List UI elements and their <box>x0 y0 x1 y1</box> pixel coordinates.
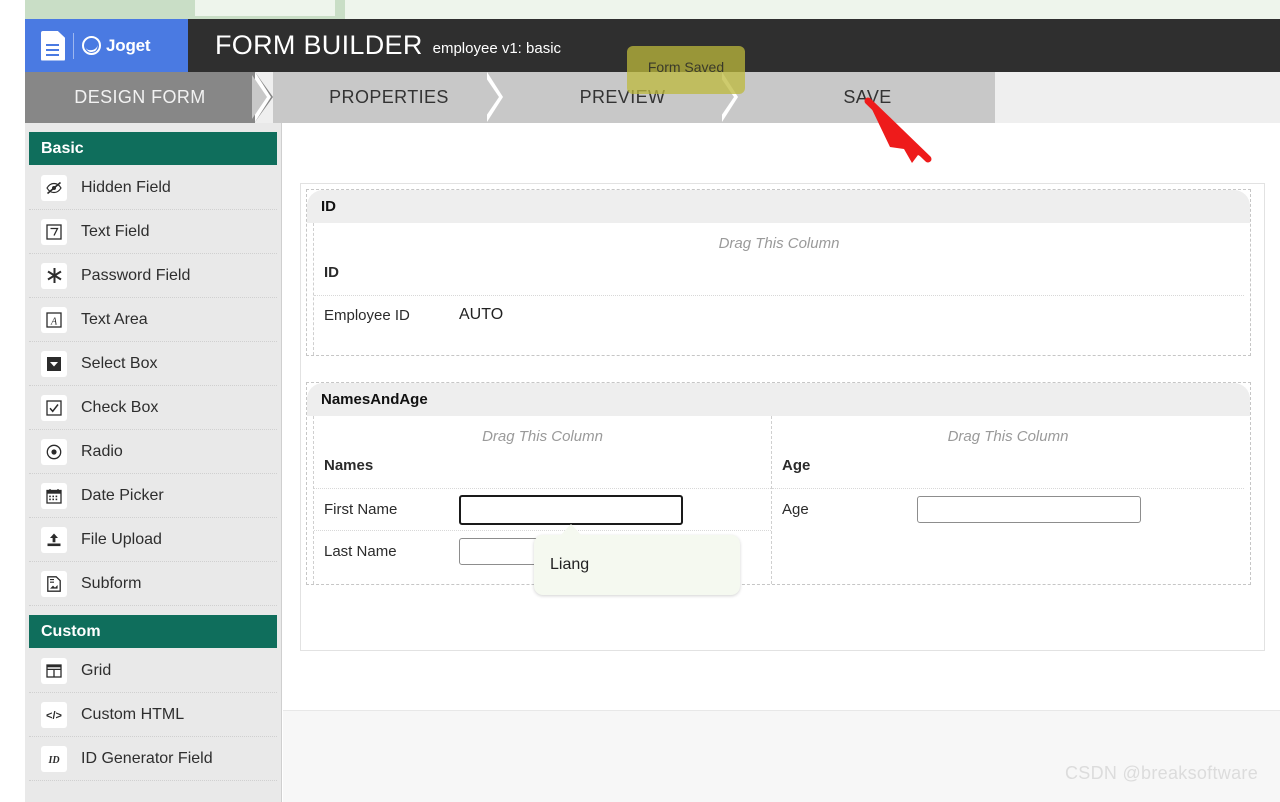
palette-item-date-picker[interactable]: Date Picker <box>29 474 277 518</box>
column-drag-hint: Drag This Column <box>947 428 1069 445</box>
palette-item-label: ID Generator Field <box>81 749 213 767</box>
suggestion-pointer <box>560 524 582 536</box>
tab-separator-2 <box>484 72 503 122</box>
id-icon: ID <box>41 745 67 772</box>
toast-message: Form Saved <box>647 59 725 75</box>
field-label: First Name <box>324 501 398 518</box>
form-canvas[interactable]: ID Drag This Column ID Employee ID AUTO … <box>283 123 1280 710</box>
palette-item-label: Custom HTML <box>81 705 185 723</box>
column-drag-hint: Drag This Column <box>718 235 840 252</box>
brand-block[interactable]: Joget <box>25 19 188 72</box>
tab-label: DESIGN FORM <box>74 87 206 107</box>
palette-item-id-generator-field[interactable]: ID ID Generator Field <box>29 737 277 781</box>
subform-icon <box>41 570 67 597</box>
form-section-id[interactable]: ID Drag This Column ID Employee ID AUTO <box>306 189 1251 356</box>
palette-item-label: Check Box <box>81 398 159 416</box>
palette-item-label: File Upload <box>81 530 162 548</box>
field-label: Age <box>782 501 809 518</box>
palette-item-text-field[interactable]: Text Field <box>29 210 277 254</box>
age-input[interactable] <box>917 496 1141 523</box>
palette-item-label: Subform <box>81 574 142 592</box>
check-square-icon <box>41 394 67 421</box>
caret-down-box-icon <box>41 350 67 377</box>
palette-item-hidden-field[interactable]: Hidden Field <box>29 166 277 210</box>
text-field-icon <box>41 218 67 245</box>
palette-item-grid[interactable]: Grid <box>29 649 277 693</box>
column-name: ID <box>324 264 339 281</box>
palette-group-basic-header: Basic <box>29 132 277 165</box>
palette-item-subform[interactable]: Subform <box>29 562 277 606</box>
field-label: Last Name <box>324 543 397 560</box>
left-gutter <box>0 0 25 802</box>
svg-text:ID: ID <box>47 755 59 766</box>
document-icon <box>41 30 65 61</box>
palette-item-password-field[interactable]: Password Field <box>29 254 277 298</box>
palette-sidebar[interactable]: Basic Hidden Field Text Field Password F… <box>25 123 282 802</box>
form-field-employee-id[interactable]: Employee ID AUTO <box>314 295 1244 334</box>
upload-icon <box>41 526 67 553</box>
palette-item-label: Radio <box>81 442 123 460</box>
joget-logo-icon <box>82 36 101 55</box>
column-name: Age <box>782 457 811 474</box>
svg-text:A: A <box>50 316 58 327</box>
palette-item-select-box[interactable]: Select Box <box>29 342 277 386</box>
palette-item-label: Select Box <box>81 354 158 372</box>
palette-group-custom-header: Custom <box>29 615 277 648</box>
palette-item-label: Password Field <box>81 266 191 284</box>
palette-item-check-box[interactable]: Check Box <box>29 386 277 430</box>
column-name: Names <box>324 457 374 474</box>
calendar-icon <box>41 482 67 509</box>
red-arrow-annotation <box>864 97 932 163</box>
palette-group-title: Custom <box>41 622 101 640</box>
form-field-first-name[interactable]: First Name <box>314 488 771 530</box>
palette-item-text-area[interactable]: A Text Area <box>29 298 277 342</box>
joget-logo: Joget <box>82 35 151 56</box>
watermark: CSDN @breaksoftware <box>1064 763 1258 783</box>
divider <box>73 32 74 59</box>
section-column[interactable]: Drag This Column ID Employee ID AUTO <box>313 223 1244 355</box>
autocomplete-suggestion[interactable]: Liang <box>534 535 740 595</box>
palette-item-label: Grid <box>81 661 112 679</box>
page-footer <box>283 710 1280 802</box>
tab-design-form[interactable]: DESIGN FORM <box>25 72 273 123</box>
form-builder-page: Joget FORM BUILDER employee v1: basic DE… <box>0 0 1280 802</box>
page-title-text: FORM BUILDER <box>215 30 423 60</box>
tab-properties[interactable]: PROPERTIES <box>273 72 505 123</box>
asterisk-icon <box>41 262 67 289</box>
section-title: NamesAndAge <box>307 383 1250 416</box>
palette-item-radio[interactable]: Radio <box>29 430 277 474</box>
section-column-age[interactable]: Drag This Column Age Age <box>771 416 1244 584</box>
grid-icon <box>41 657 67 684</box>
palette-item-label: Hidden Field <box>81 178 171 196</box>
page-title: FORM BUILDER employee v1: basic <box>215 19 561 72</box>
form-panel: ID Drag This Column ID Employee ID AUTO … <box>300 183 1265 651</box>
text-area-icon: A <box>41 306 67 333</box>
field-value: AUTO <box>459 306 504 323</box>
palette-item-label: Date Picker <box>81 486 164 504</box>
browser-tab[interactable] <box>195 0 335 16</box>
tab-separator-1 <box>252 72 271 122</box>
field-label: Employee ID <box>324 306 410 324</box>
first-name-input[interactable] <box>459 494 683 525</box>
tab-label: PROPERTIES <box>329 87 449 107</box>
form-saved-toast: Form Saved <box>627 46 745 94</box>
suggestion-item[interactable]: Liang <box>550 556 589 574</box>
eye-slash-icon <box>41 174 67 201</box>
code-icon: </> <box>41 701 67 728</box>
palette-item-custom-html[interactable]: </> Custom HTML <box>29 693 277 737</box>
palette-item-label: Text Area <box>81 310 148 328</box>
form-section-names-and-age[interactable]: NamesAndAge Drag This Column Names First… <box>306 382 1251 585</box>
palette-group-title: Basic <box>41 139 84 157</box>
form-field-age[interactable]: Age <box>772 488 1244 530</box>
form-subtitle: employee v1: basic <box>432 40 562 57</box>
palette-item-label: Text Field <box>81 222 150 240</box>
palette-item-file-upload[interactable]: File Upload <box>29 518 277 562</box>
section-title: ID <box>307 190 1250 223</box>
radio-circle-icon <box>41 438 67 465</box>
svg-text:</>: </> <box>46 710 62 722</box>
brand-label: Joget <box>106 35 151 55</box>
browser-tab-strip-right <box>345 0 1280 19</box>
column-drag-hint: Drag This Column <box>482 428 603 445</box>
